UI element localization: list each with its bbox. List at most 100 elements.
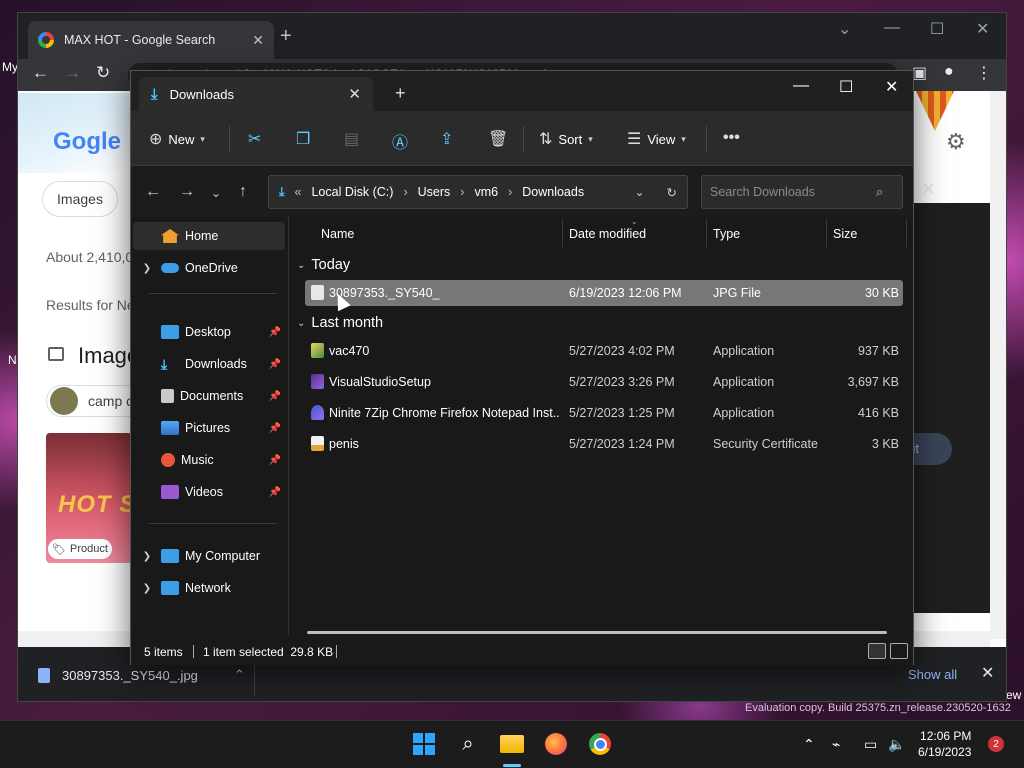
google-logo-icon[interactable]: Gogle xyxy=(53,128,121,156)
close-shelf-icon[interactable]: ✕ xyxy=(981,663,994,683)
pin-icon[interactable]: 📌 xyxy=(269,327,281,338)
expand-chevron-icon[interactable]: ❯ xyxy=(133,263,161,274)
group-header-today[interactable]: ⌄ Today xyxy=(297,257,350,273)
pin-icon[interactable]: 📌 xyxy=(269,455,281,466)
forward-arrow-icon[interactable]: → xyxy=(64,63,81,83)
pin-icon[interactable]: 📌 xyxy=(269,487,281,498)
breadcrumb-vm6[interactable]: vm6 xyxy=(474,185,498,199)
file-row[interactable]: penis 5/27/2023 1:24 PM Security Certifi… xyxy=(305,431,903,457)
volume-icon[interactable]: 🔈 xyxy=(888,736,905,753)
file-row[interactable]: 30897353._SY540_ 6/19/2023 12:06 PM JPG … xyxy=(305,280,903,306)
paste-button[interactable]: ▤ xyxy=(344,129,359,149)
desktop-icon-label[interactable]: ew xyxy=(1006,688,1021,702)
delete-button[interactable]: 🗑 xyxy=(488,129,508,149)
forward-arrow-icon[interactable]: → xyxy=(179,183,195,201)
download-item[interactable]: 30897353._SY540_.jpg ⌃ xyxy=(38,667,245,683)
expand-chevron-icon[interactable]: ❯ xyxy=(133,583,161,594)
search-icon[interactable]: ⌕ xyxy=(876,184,883,200)
share-button[interactable]: ⇪ xyxy=(440,129,453,149)
search-icon[interactable]: ⌕ xyxy=(455,732,481,756)
firefox-taskbar-button[interactable] xyxy=(543,732,569,756)
collapse-chevron-icon[interactable]: ⌄ xyxy=(297,318,305,329)
show-hidden-icons-icon[interactable]: ⌃ xyxy=(803,736,815,753)
expand-chevron-icon[interactable]: ❯ xyxy=(133,551,161,562)
search-input[interactable]: Search Downloads xyxy=(701,175,903,209)
column-divider[interactable] xyxy=(562,219,563,247)
new-button[interactable]: ⊕ New ▾ xyxy=(149,129,205,149)
group-header-last-month[interactable]: ⌄ Last month xyxy=(297,315,383,331)
file-row[interactable]: VisualStudioSetup 5/27/2023 3:26 PM Appl… xyxy=(305,369,903,395)
tiles-view-icon[interactable] xyxy=(890,643,908,659)
cut-button[interactable]: ✂ xyxy=(248,129,261,149)
sidebar-item-videos[interactable]: Videos 📌 xyxy=(133,478,285,506)
sidebar-item-pictures[interactable]: Pictures 📌 xyxy=(133,414,285,442)
details-view-icon[interactable] xyxy=(868,643,886,659)
sidebar-item-downloads[interactable]: ⤓ Downloads 📌 xyxy=(133,350,285,378)
column-divider[interactable] xyxy=(906,219,907,247)
explorer-maximize-button[interactable]: ☐ xyxy=(839,77,853,97)
breadcrumb-separator-icon[interactable]: › xyxy=(403,185,407,199)
collapse-chevron-icon[interactable]: ⌄ xyxy=(297,260,305,271)
column-header-type[interactable]: Type xyxy=(713,227,740,241)
back-arrow-icon[interactable]: ← xyxy=(32,63,49,83)
file-row[interactable]: Ninite 7Zip Chrome Firefox Notepad Inst.… xyxy=(305,400,903,426)
explorer-tab[interactable]: ⤓ Downloads ✕ xyxy=(139,77,373,111)
explorer-close-button[interactable]: ✕ xyxy=(885,77,898,97)
new-tab-button[interactable]: + xyxy=(280,25,292,48)
chrome-tab-search-icon[interactable]: ⌄ xyxy=(838,19,851,39)
more-options-button[interactable]: ••• xyxy=(723,129,740,147)
address-bar[interactable]: ⤓ « Local Disk (C:) › Users › vm6 › Down… xyxy=(268,175,688,209)
chrome-vertical-scrollbar[interactable] xyxy=(990,91,1006,639)
desktop-icon-label[interactable]: N xyxy=(8,353,17,367)
sidebar-item-documents[interactable]: Documents 📌 xyxy=(133,382,285,410)
breadcrumb-separator-icon[interactable]: › xyxy=(460,185,464,199)
sidebar-item-network[interactable]: ❯ Network xyxy=(133,574,285,602)
column-header-size[interactable]: Size xyxy=(833,227,857,241)
breadcrumb-local-disk[interactable]: Local Disk (C:) xyxy=(311,185,393,199)
sidebar-toggle-icon[interactable]: ▣ xyxy=(912,63,927,83)
refresh-icon[interactable]: ↻ xyxy=(667,185,677,200)
show-all-link[interactable]: Show all xyxy=(908,667,957,682)
breadcrumb-separator-icon[interactable]: › xyxy=(508,185,512,199)
address-dropdown-icon[interactable]: ⌄ xyxy=(634,185,644,199)
display-icon[interactable]: ▭ xyxy=(864,736,877,753)
images-filter-chip[interactable]: Images xyxy=(42,181,118,217)
sidebar-item-onedrive[interactable]: ❯ OneDrive xyxy=(133,254,285,282)
overflow-chevron-icon[interactable]: « xyxy=(295,185,302,199)
close-viewer-icon[interactable]: ✕ xyxy=(921,179,936,200)
breadcrumb-downloads[interactable]: Downloads xyxy=(522,185,584,199)
close-tab-icon[interactable]: ✕ xyxy=(348,85,361,103)
breadcrumb-users[interactable]: Users xyxy=(418,185,451,199)
chrome-menu-icon[interactable]: ⋮ xyxy=(976,63,992,83)
up-arrow-icon[interactable]: ↑ xyxy=(239,183,247,201)
back-arrow-icon[interactable]: ← xyxy=(145,183,161,201)
horizontal-scrollbar[interactable] xyxy=(307,631,887,634)
chrome-taskbar-button[interactable] xyxy=(587,732,613,756)
rename-button[interactable]: Ⓐ xyxy=(392,129,408,153)
sidebar-item-my-computer[interactable]: ❯ My Computer xyxy=(133,542,285,570)
explorer-minimize-button[interactable]: — xyxy=(793,77,809,95)
file-explorer-taskbar-button[interactable] xyxy=(499,732,525,756)
view-button[interactable]: ☰ View ▾ xyxy=(627,129,686,149)
reload-icon[interactable]: ↻ xyxy=(96,63,110,83)
new-tab-button[interactable]: + xyxy=(395,83,406,104)
chrome-close-button[interactable]: ✕ xyxy=(976,19,989,39)
sidebar-item-desktop[interactable]: Desktop 📌 xyxy=(133,318,285,346)
settings-gear-icon[interactable]: ⚙ xyxy=(946,129,966,155)
start-button[interactable] xyxy=(411,732,437,756)
pin-icon[interactable]: 📌 xyxy=(269,423,281,434)
notification-badge[interactable]: 2 xyxy=(988,736,1004,752)
network-status-icon[interactable]: ⌁ xyxy=(832,736,840,753)
file-row[interactable]: vac470 5/27/2023 4:02 PM Application 937… xyxy=(305,338,903,364)
chevron-up-icon[interactable]: ⌃ xyxy=(234,667,245,683)
column-divider[interactable] xyxy=(706,219,707,247)
chrome-tab[interactable]: MAX HOT - Google Search ✕ xyxy=(28,21,274,59)
profile-icon[interactable]: ● xyxy=(944,63,954,81)
column-header-name[interactable]: Name xyxy=(321,227,354,241)
chrome-maximize-button[interactable]: ☐ xyxy=(930,19,944,39)
sidebar-item-home[interactable]: Home xyxy=(133,222,285,250)
sort-button[interactable]: ⇅ Sort ▾ xyxy=(539,129,593,149)
chrome-minimize-button[interactable]: — xyxy=(884,19,900,37)
pin-icon[interactable]: 📌 xyxy=(269,359,281,370)
system-clock[interactable]: 12:06 PM 6/19/2023 xyxy=(918,728,971,760)
